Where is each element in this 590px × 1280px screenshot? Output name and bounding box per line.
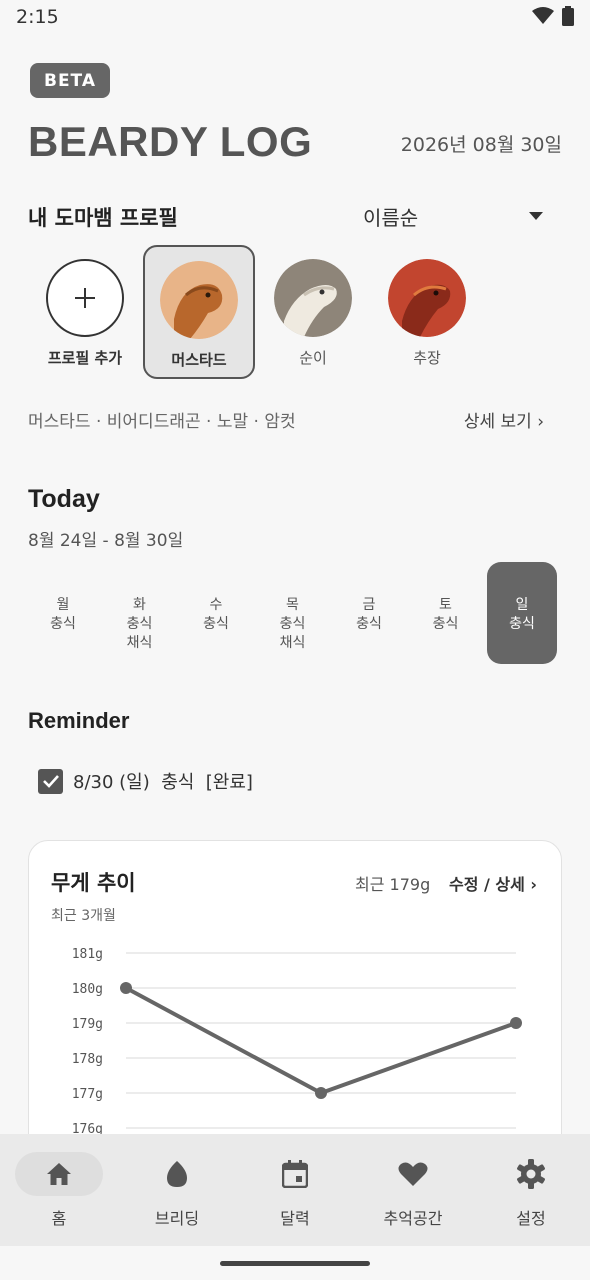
reminder-item[interactable]: 8/30 (일) 충식 [완료] — [38, 768, 253, 794]
nav-label: 추억공간 — [383, 1209, 443, 1228]
profile-photo-mustard — [160, 261, 238, 339]
profiles-section-title: 내 도마뱀 프로필 — [28, 206, 178, 230]
weight-card-title: 무게 추이 — [51, 871, 136, 895]
checkmark-icon — [42, 775, 59, 788]
day-name: 토 — [439, 597, 452, 613]
dropdown-arrow-icon — [529, 212, 543, 220]
y-tick-label: 177g — [72, 1087, 103, 1102]
day-cell[interactable]: 화충식채식 — [105, 562, 175, 664]
weight-data-point — [315, 1087, 327, 1099]
gear-icon — [517, 1159, 545, 1189]
weight-data-point — [120, 982, 132, 994]
day-cell[interactable]: 일충식 — [487, 562, 557, 664]
y-tick-label: 180g — [72, 982, 103, 997]
plus-icon — [46, 259, 124, 337]
nav-memories[interactable]: 추억공간 — [354, 1134, 472, 1246]
day-feeding-item: 채식 — [279, 635, 306, 651]
day-cell[interactable]: 수충식 — [181, 562, 251, 664]
nav-label: 달력 — [280, 1209, 310, 1228]
day-feeding-item: 충식 — [50, 616, 76, 632]
egg-icon — [167, 1161, 187, 1187]
day-feeding-item: 충식 — [356, 616, 382, 632]
detail-view-link[interactable]: 상세 보기 › — [464, 407, 544, 432]
weight-edit-link[interactable]: 수정 / 상세 › — [449, 871, 537, 895]
day-feeding-item: 충식 — [279, 616, 306, 632]
weight-series-line — [125, 986, 517, 1095]
add-profile-button[interactable]: 프로필 추가 — [29, 245, 141, 379]
app-title: BEARDY LOG — [28, 118, 313, 165]
home-indicator — [220, 1261, 370, 1266]
weight-data-point — [510, 1017, 522, 1029]
sort-dropdown[interactable]: 이름순 — [363, 203, 543, 230]
reminder-checkbox[interactable] — [38, 768, 63, 794]
nav-home[interactable]: 홈 — [0, 1134, 118, 1246]
profile-photo-suni — [274, 259, 352, 337]
heart-icon — [398, 1162, 428, 1186]
sort-selected-value: 이름순 — [363, 205, 419, 230]
recent-weight: 최근 179g — [355, 875, 431, 894]
day-cell[interactable]: 월충식 — [28, 562, 98, 664]
day-name: 화 — [133, 597, 146, 613]
day-cell[interactable]: 목충식채식 — [258, 562, 328, 664]
day-name: 월 — [56, 597, 70, 613]
nav-settings[interactable]: 설정 — [472, 1134, 590, 1246]
day-feeding-item: 충식 — [509, 616, 535, 632]
wifi-icon — [532, 7, 554, 24]
profile-name: 순이 — [299, 349, 327, 367]
day-cell[interactable]: 금충식 — [334, 562, 404, 664]
pet-summary: 머스타드 · 비어디드래곤 · 노말 · 암컷 — [28, 412, 296, 432]
status-time: 2:15 — [16, 6, 59, 28]
y-tick-label: 181g — [72, 947, 103, 962]
day-feeding-item: 충식 — [126, 616, 153, 632]
nav-label: 브리딩 — [154, 1209, 200, 1228]
day-feeding-item: 채식 — [126, 635, 153, 651]
day-name: 목 — [286, 597, 299, 613]
battery-icon — [562, 6, 574, 26]
reminder-text: 8/30 (일) 충식 [완료] — [73, 772, 253, 793]
week-range: 8월 24일 - 8월 30일 — [28, 531, 184, 551]
day-name: 금 — [362, 597, 376, 613]
profile-card-chujang[interactable]: 추장 — [371, 245, 483, 379]
day-cell[interactable]: 토충식 — [411, 562, 481, 664]
today-title: Today — [28, 485, 100, 513]
reminder-title: Reminder — [28, 708, 130, 733]
profile-photo-chujang — [388, 259, 466, 337]
y-tick-label: 179g — [72, 1017, 103, 1032]
profile-name: 추장 — [413, 349, 441, 367]
nav-label: 홈 — [51, 1209, 67, 1228]
day-feeding-item: 충식 — [203, 616, 229, 632]
weight-trend-card: 무게 추이 최근 179g 수정 / 상세 › 최근 3개월 181g 180g 1… — [28, 840, 562, 1170]
beta-badge: BETA — [30, 63, 110, 98]
nav-calendar[interactable]: 달력 — [236, 1134, 354, 1246]
add-profile-label: 프로필 추가 — [47, 349, 123, 367]
profile-name: 머스타드 — [171, 351, 227, 369]
nav-label: 설정 — [516, 1209, 546, 1228]
calendar-icon — [282, 1160, 308, 1188]
nav-breeding[interactable]: 브리딩 — [118, 1134, 236, 1246]
profile-card-suni[interactable]: 순이 — [257, 245, 369, 379]
bottom-navigation: 홈 브리딩 달력 추억공간 설정 — [0, 1134, 590, 1246]
current-date: 2026년 08월 30일 — [400, 134, 562, 156]
y-tick-label: 178g — [72, 1052, 103, 1067]
weight-period: 최근 3개월 — [51, 908, 116, 924]
week-days-row: 월 충식 화 충식 채식 수 충식 목 충식 채식 금 충식 토 충식 일 충식 — [28, 562, 562, 664]
day-feeding-item: 충식 — [432, 616, 459, 632]
profile-card-mustard[interactable]: 머스타드 — [143, 245, 255, 379]
status-icons — [532, 6, 574, 26]
day-name: 수 — [209, 597, 223, 613]
day-name: 일 — [515, 597, 529, 613]
home-icon — [47, 1163, 71, 1185]
